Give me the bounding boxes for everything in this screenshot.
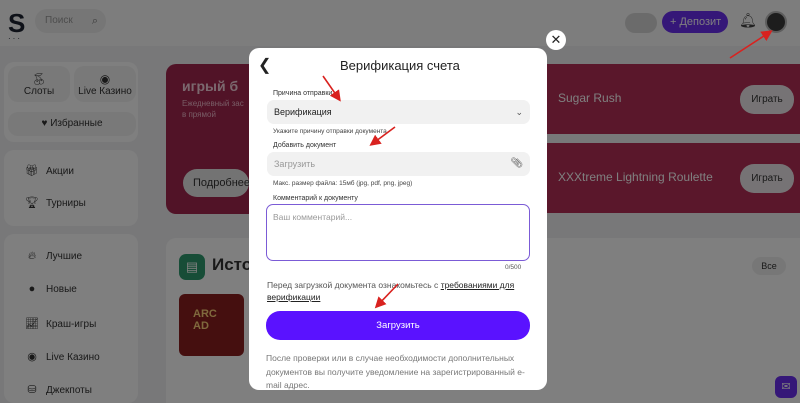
reason-select[interactable]: Верификация ⌄ bbox=[267, 100, 530, 124]
document-placeholder: Загрузить bbox=[274, 159, 316, 169]
document-hint: Макс. размер файла: 15мб (jpg, pdf, png,… bbox=[273, 180, 413, 187]
after-check-text: После проверки или в случае необходимост… bbox=[266, 353, 525, 390]
modal-title: Верификация счета bbox=[340, 58, 460, 73]
paperclip-icon[interactable]: 📎︎ bbox=[510, 152, 523, 176]
reason-label: Причина отправки bbox=[273, 90, 333, 97]
comment-label: Комментарий к документу bbox=[273, 195, 358, 202]
reason-hint: Укажите причину отправки документа bbox=[273, 128, 387, 135]
close-icon[interactable]: ✕ bbox=[546, 30, 566, 50]
character-counter: 0/500 bbox=[505, 264, 522, 271]
document-upload-field[interactable]: Загрузить 📎︎ bbox=[267, 152, 530, 176]
notice-text: Перед загрузкой документа ознакомьтесь с bbox=[267, 280, 439, 290]
chevron-down-icon: ⌄ bbox=[515, 107, 523, 117]
reason-value: Верификация bbox=[274, 107, 332, 117]
verification-notice: Перед загрузкой документа ознакомьтесь с… bbox=[267, 279, 529, 303]
upload-button[interactable]: Загрузить bbox=[266, 311, 530, 340]
comment-placeholder: Ваш комментарий... bbox=[273, 212, 353, 222]
comment-textarea[interactable]: Ваш комментарий... bbox=[266, 204, 530, 261]
chevron-left-icon[interactable]: ❮ bbox=[258, 55, 271, 75]
document-label: Добавить документ bbox=[273, 142, 337, 149]
